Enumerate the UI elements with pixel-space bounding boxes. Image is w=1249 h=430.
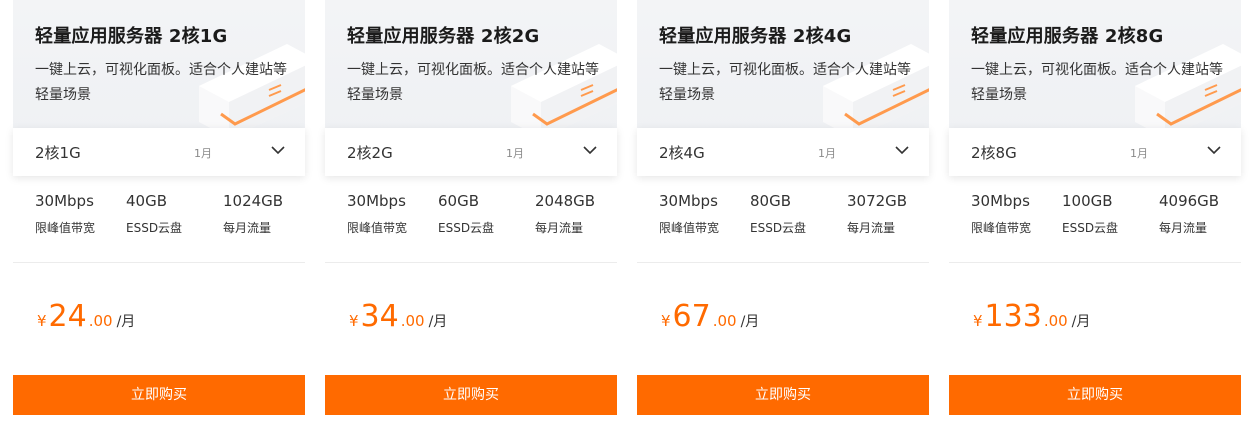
- spec-label: 每月流量: [223, 221, 272, 235]
- spec-select-period: 1月: [1130, 147, 1148, 160]
- spec-value: 4096GB: [1159, 192, 1220, 210]
- price: ¥34.00/月: [349, 299, 447, 339]
- spec-label: ESSD云盘: [750, 221, 807, 235]
- price-unit: /月: [428, 314, 448, 330]
- spec-disk: 60GB ESSD云盘: [438, 192, 494, 236]
- spec-select-value: 2核4G: [659, 144, 705, 162]
- spec-traffic: 3072GB 每月流量: [847, 192, 907, 236]
- spec-value: 80GB: [750, 192, 792, 210]
- card-header: 轻量应用服务器 2核1G 一键上云，可视化面板。适合个人建站等轻量场景: [13, 0, 305, 136]
- price: ¥24.00/月: [37, 299, 135, 339]
- price: ¥133.00/月: [973, 299, 1090, 339]
- price-currency: ¥: [349, 312, 359, 330]
- spec-bandwidth: 30Mbps 限峰值带宽: [659, 192, 719, 236]
- spec-select-period: 1月: [506, 147, 524, 160]
- product-card-2c8g: 轻量应用服务器 2核8G 一键上云，可视化面板。适合个人建站等轻量场景 2核8G…: [949, 0, 1241, 430]
- card-header: 轻量应用服务器 2核4G 一键上云，可视化面板。适合个人建站等轻量场景: [637, 0, 929, 136]
- product-card-2c4g: 轻量应用服务器 2核4G 一键上云，可视化面板。适合个人建站等轻量场景 2核4G…: [637, 0, 929, 430]
- chevron-down-icon[interactable]: [271, 145, 285, 155]
- price: ¥67.00/月: [661, 299, 759, 339]
- card-description: 一键上云，可视化面板。适合个人建站等轻量场景: [659, 62, 911, 103]
- chevron-down-icon[interactable]: [895, 145, 909, 155]
- divider: [325, 262, 617, 263]
- spec-traffic: 2048GB 每月流量: [535, 192, 595, 236]
- spec-select[interactable]: 2核4G 1月: [637, 128, 929, 176]
- spec-label: ESSD云盘: [438, 221, 495, 235]
- spec-select-value: 2核2G: [347, 144, 393, 162]
- spec-label: 限峰值带宽: [971, 221, 1032, 235]
- spec-label: 限峰值带宽: [659, 221, 720, 235]
- spec-value: 30Mbps: [347, 192, 406, 210]
- spec-select-value: 2核8G: [971, 144, 1017, 162]
- spec-bandwidth: 30Mbps 限峰值带宽: [35, 192, 95, 236]
- spec-label: 限峰值带宽: [35, 221, 96, 235]
- spec-label: ESSD云盘: [1062, 221, 1119, 235]
- price-decimal: .00: [712, 312, 737, 330]
- spec-bandwidth: 30Mbps 限峰值带宽: [971, 192, 1031, 236]
- spec-label: 限峰值带宽: [347, 221, 408, 235]
- spec-disk: 80GB ESSD云盘: [750, 192, 806, 236]
- spec-value: 100GB: [1062, 192, 1113, 210]
- spec-value: 1024GB: [223, 192, 284, 210]
- spec-select-period: 1月: [194, 147, 212, 160]
- spec-value: 60GB: [438, 192, 480, 210]
- card-title: 轻量应用服务器 2核1G: [35, 26, 228, 47]
- spec-disk: 40GB ESSD云盘: [126, 192, 182, 236]
- spec-select[interactable]: 2核8G 1月: [949, 128, 1241, 176]
- spec-label: 每月流量: [1159, 221, 1208, 235]
- buy-now-button[interactable]: 立即购买: [637, 375, 929, 415]
- price-integer: 34: [360, 299, 399, 334]
- spec-disk: 100GB ESSD云盘: [1062, 192, 1118, 236]
- spec-value: 40GB: [126, 192, 168, 210]
- card-description: 一键上云，可视化面板。适合个人建站等轻量场景: [35, 62, 287, 103]
- product-card-2c2g: 轻量应用服务器 2核2G 一键上云，可视化面板。适合个人建站等轻量场景 2核2G…: [325, 0, 617, 430]
- spec-select-period: 1月: [818, 147, 836, 160]
- card-title: 轻量应用服务器 2核8G: [971, 26, 1164, 47]
- price-decimal: .00: [88, 312, 113, 330]
- spec-select[interactable]: 2核1G 1月: [13, 128, 305, 176]
- divider: [949, 262, 1241, 263]
- price-unit: /月: [1071, 314, 1091, 330]
- spec-value: 30Mbps: [971, 192, 1030, 210]
- spec-bandwidth: 30Mbps 限峰值带宽: [347, 192, 407, 236]
- divider: [637, 262, 929, 263]
- card-description: 一键上云，可视化面板。适合个人建站等轻量场景: [347, 62, 599, 103]
- spec-traffic: 1024GB 每月流量: [223, 192, 283, 236]
- product-card-list: 轻量应用服务器 2核1G 一键上云，可视化面板。适合个人建站等轻量场景 2核1G…: [0, 0, 1249, 430]
- spec-label: ESSD云盘: [126, 221, 183, 235]
- spec-traffic: 4096GB 每月流量: [1159, 192, 1219, 236]
- card-title: 轻量应用服务器 2核2G: [347, 26, 540, 47]
- price-currency: ¥: [661, 312, 671, 330]
- price-decimal: .00: [1043, 312, 1068, 330]
- chevron-down-icon[interactable]: [583, 145, 597, 155]
- price-decimal: .00: [400, 312, 425, 330]
- spec-value: 3072GB: [847, 192, 908, 210]
- price-unit: /月: [740, 314, 760, 330]
- spec-label: 每月流量: [535, 221, 584, 235]
- divider: [13, 262, 305, 263]
- card-description: 一键上云，可视化面板。适合个人建站等轻量场景: [971, 62, 1223, 103]
- product-card-2c1g: 轻量应用服务器 2核1G 一键上云，可视化面板。适合个人建站等轻量场景 2核1G…: [13, 0, 305, 430]
- spec-select-value: 2核1G: [35, 144, 81, 162]
- card-title: 轻量应用服务器 2核4G: [659, 26, 852, 47]
- spec-select[interactable]: 2核2G 1月: [325, 128, 617, 176]
- spec-value: 2048GB: [535, 192, 596, 210]
- price-currency: ¥: [37, 312, 47, 330]
- spec-label: 每月流量: [847, 221, 896, 235]
- spec-value: 30Mbps: [35, 192, 94, 210]
- price-integer: 133: [984, 299, 1042, 334]
- buy-now-button[interactable]: 立即购买: [949, 375, 1241, 415]
- price-integer: 67: [672, 299, 711, 334]
- spec-value: 30Mbps: [659, 192, 718, 210]
- buy-now-button[interactable]: 立即购买: [325, 375, 617, 415]
- buy-now-button[interactable]: 立即购买: [13, 375, 305, 415]
- price-integer: 24: [48, 299, 87, 334]
- chevron-down-icon[interactable]: [1207, 145, 1221, 155]
- price-unit: /月: [116, 314, 136, 330]
- card-header: 轻量应用服务器 2核8G 一键上云，可视化面板。适合个人建站等轻量场景: [949, 0, 1241, 136]
- price-currency: ¥: [973, 312, 983, 330]
- card-header: 轻量应用服务器 2核2G 一键上云，可视化面板。适合个人建站等轻量场景: [325, 0, 617, 136]
